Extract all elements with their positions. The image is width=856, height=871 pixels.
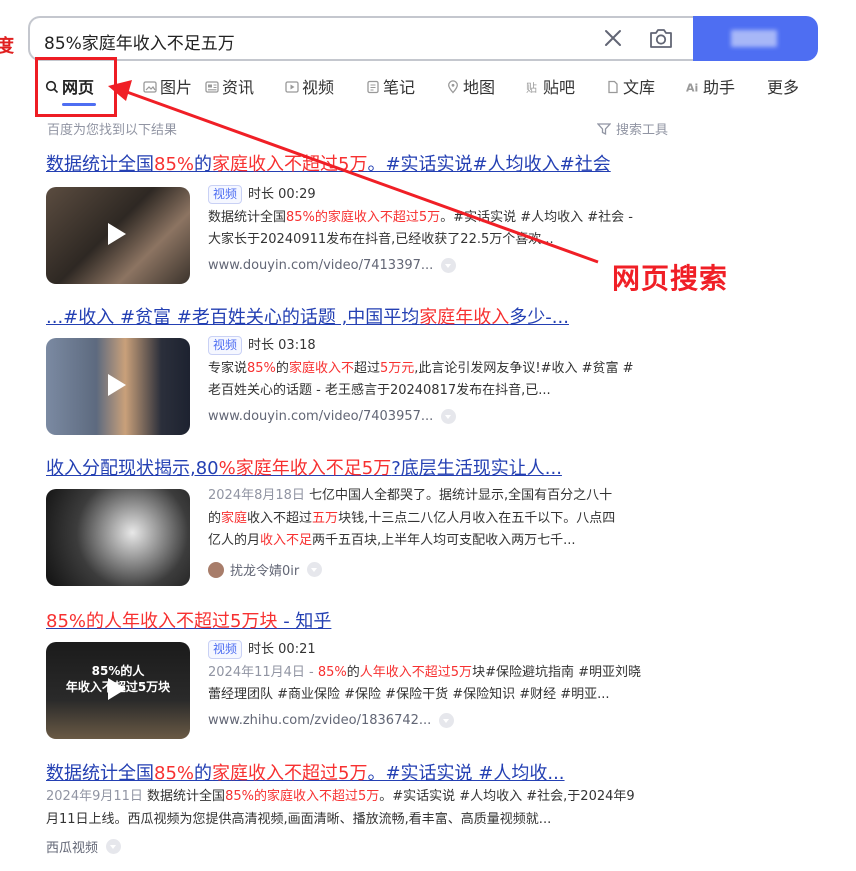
annotation-label: 网页搜索: [612, 262, 729, 295]
annotation-arrow: [108, 80, 599, 264]
